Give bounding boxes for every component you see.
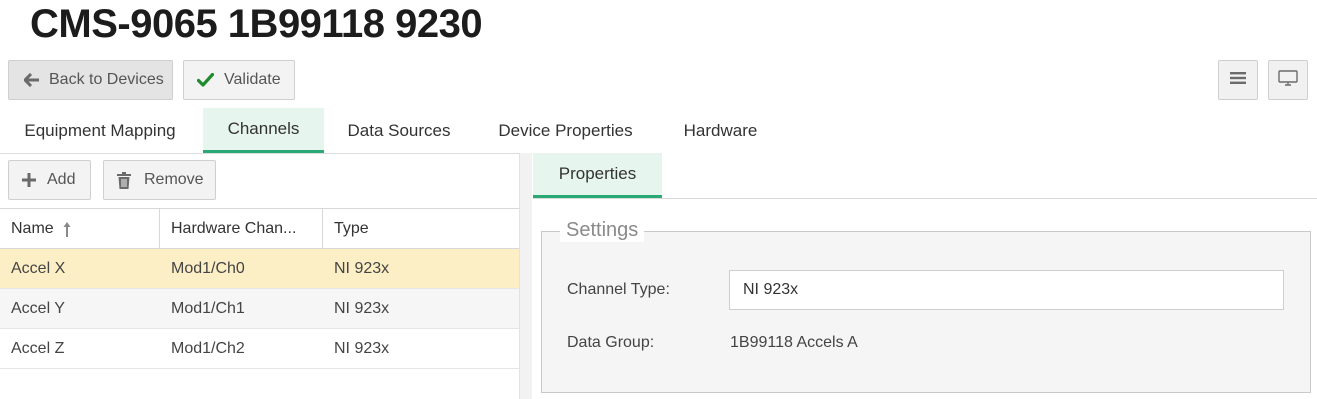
properties-tabs-divider [533,198,1317,199]
display-mode-button[interactable] [1268,60,1308,100]
page-title: CMS-9065 1B99118 9230 [30,2,483,46]
column-header-name-label: Name [11,219,54,237]
hamburger-menu-icon [1230,71,1246,90]
cell-hardware-channel: Mod1/Ch2 [171,339,245,357]
arrow-left-icon [23,73,41,87]
plus-icon [21,173,37,187]
data-group-value: 1B99118 Accels A [730,334,858,351]
panel-splitter[interactable] [520,153,532,399]
channels-grid: Name Hardware Chan... Type Accel X Mod1/… [0,208,520,369]
channel-type-label: Channel Type: [567,281,670,298]
validate-label: Validate [224,71,281,88]
trash-icon [116,171,132,189]
monitor-icon [1278,69,1298,91]
cell-type: NI 923x [334,339,390,357]
back-to-devices-button[interactable]: Back to Devices [8,60,173,100]
table-row[interactable]: Accel Z Mod1/Ch2 NI 923x [0,329,520,369]
remove-label: Remove [144,171,204,188]
column-header-type[interactable]: Type [322,209,520,248]
tab-equipment-mapping[interactable]: Equipment Mapping [0,108,200,153]
cell-hardware-channel: Mod1/Ch1 [171,299,245,317]
data-group-label: Data Group: [567,334,655,351]
cell-type: NI 923x [334,259,390,277]
cell-type: NI 923x [334,299,390,317]
checkmark-icon [196,73,214,87]
settings-legend: Settings [560,219,645,242]
table-row[interactable]: Accel Y Mod1/Ch1 NI 923x [0,289,520,329]
channel-type-field[interactable]: NI 923x [729,270,1284,310]
cell-name: Accel Y [11,299,65,317]
add-channel-button[interactable]: Add [8,160,91,200]
sort-ascending-icon [62,221,72,237]
grid-header: Name Hardware Chan... Type [0,208,520,249]
channel-type-value: NI 923x [743,281,799,298]
cell-name: Accel X [11,259,66,277]
validate-button[interactable]: Validate [183,60,295,100]
table-row[interactable]: Accel X Mod1/Ch0 NI 923x [0,249,520,289]
back-to-devices-label: Back to Devices [49,71,164,88]
cell-name: Accel Z [11,339,65,357]
tab-data-sources[interactable]: Data Sources [324,108,474,153]
menu-button[interactable] [1218,60,1258,100]
tab-hardware[interactable]: Hardware [657,108,784,153]
tab-properties[interactable]: Properties [533,153,662,198]
column-header-hardware-channel[interactable]: Hardware Chan... [159,209,322,248]
column-header-name[interactable]: Name [0,209,159,248]
cell-hardware-channel: Mod1/Ch0 [171,259,245,277]
tab-channels[interactable]: Channels [203,108,324,153]
tabs-divider [0,153,520,154]
tab-device-properties[interactable]: Device Properties [474,108,657,153]
settings-fieldset [541,231,1311,393]
remove-channel-button[interactable]: Remove [103,160,216,200]
add-label: Add [47,171,76,188]
